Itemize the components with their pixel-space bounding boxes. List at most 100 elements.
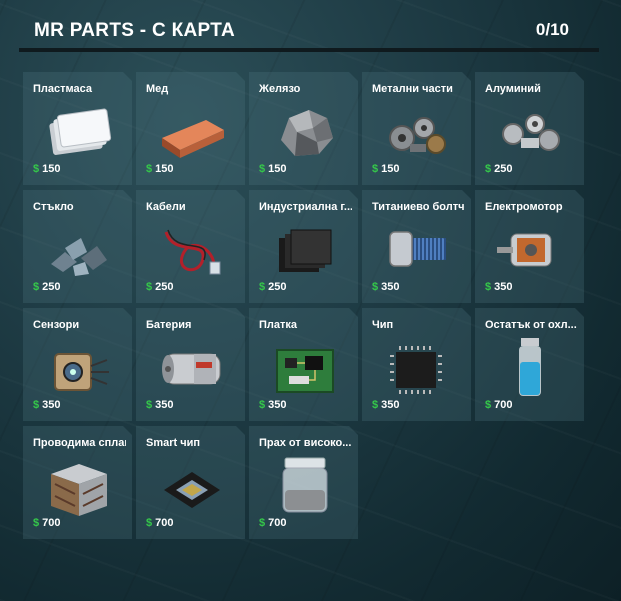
item-name: Проводима сплав — [33, 437, 126, 449]
item-name: Чип — [372, 319, 394, 331]
item-price: $350 — [372, 399, 399, 411]
price-value: 150 — [381, 163, 400, 175]
selection-counter: 0/10 — [535, 20, 569, 39]
item-price: $700 — [259, 517, 286, 529]
item-name: Желязо — [259, 83, 301, 95]
item-price: $150 — [33, 163, 60, 175]
sensor-icon — [41, 336, 117, 398]
electric-motor-icon — [493, 218, 569, 280]
item-card[interactable]: Платка $350 — [249, 308, 358, 421]
battery-icon — [154, 336, 230, 398]
currency-icon: $ — [33, 163, 40, 175]
item-name: Smart чип — [146, 437, 201, 449]
currency-icon: $ — [372, 281, 379, 293]
glass-shards-icon — [41, 218, 117, 280]
price-value: 250 — [494, 163, 513, 175]
price-value: 700 — [268, 517, 287, 529]
copper-ingot-icon — [154, 100, 230, 162]
page-title: MR PARTS - C КАРТА — [34, 20, 235, 41]
item-card[interactable]: Желязо $150 — [249, 72, 358, 185]
item-name: Кабели — [146, 201, 186, 213]
item-card[interactable]: Чип $350 — [362, 308, 471, 421]
price-value: 150 — [268, 163, 287, 175]
item-name: Мед — [146, 83, 169, 95]
item-price: $250 — [146, 281, 173, 293]
item-price: $150 — [146, 163, 173, 175]
currency-icon: $ — [146, 399, 153, 411]
item-name: Титаниево болтче — [372, 201, 465, 213]
item-card[interactable]: Мед $150 — [136, 72, 245, 185]
currency-icon: $ — [259, 517, 266, 529]
alloy-cube-icon — [41, 454, 117, 516]
item-name: Сензори — [33, 319, 80, 331]
price-value: 250 — [42, 281, 61, 293]
item-name: Алуминий — [485, 83, 541, 95]
titanium-bolt-icon — [380, 218, 456, 280]
price-value: 250 — [155, 281, 174, 293]
item-price: $350 — [485, 281, 512, 293]
item-price: $350 — [33, 399, 60, 411]
item-name: Остатък от охл... — [485, 319, 577, 331]
item-price: $700 — [146, 517, 173, 529]
item-price: $700 — [485, 399, 512, 411]
item-grid: Пластмаса $150 Мед $150 Желязо $150 Мета… — [23, 72, 584, 539]
item-card[interactable]: Индустриална г... $250 — [249, 190, 358, 303]
item-price: $150 — [259, 163, 286, 175]
item-name: Пластмаса — [33, 83, 92, 95]
item-card[interactable]: Проводима сплав $700 — [23, 426, 132, 539]
item-price: $350 — [372, 281, 399, 293]
item-name: Стъкло — [33, 201, 74, 213]
coolant-vial-icon — [493, 336, 569, 398]
item-card[interactable]: Алуминий $250 — [475, 72, 584, 185]
item-card[interactable]: Остатък от охл... $700 — [475, 308, 584, 421]
circuit-board-icon — [267, 336, 343, 398]
price-value: 350 — [155, 399, 174, 411]
item-card[interactable]: Прах от високо... $700 — [249, 426, 358, 539]
aluminium-scrap-icon — [493, 100, 569, 162]
currency-icon: $ — [33, 399, 40, 411]
item-price: $250 — [485, 163, 512, 175]
currency-icon: $ — [372, 163, 379, 175]
item-price: $350 — [146, 399, 173, 411]
item-card[interactable]: Метални части $150 — [362, 72, 471, 185]
header: MR PARTS - C КАРТА 0/10 — [19, 10, 599, 52]
item-name: Метални части — [372, 83, 453, 95]
currency-icon: $ — [33, 517, 40, 529]
price-value: 150 — [42, 163, 61, 175]
item-name: Прах от високо... — [259, 437, 352, 449]
currency-icon: $ — [259, 163, 266, 175]
price-value: 350 — [381, 399, 400, 411]
currency-icon: $ — [33, 281, 40, 293]
currency-icon: $ — [485, 281, 492, 293]
item-name: Платка — [259, 319, 298, 331]
smart-chip-icon — [154, 454, 230, 516]
item-name: Индустриална г... — [259, 201, 352, 213]
item-card[interactable]: Smart чип $700 — [136, 426, 245, 539]
item-price: $250 — [259, 281, 286, 293]
item-card[interactable]: Пластмаса $150 — [23, 72, 132, 185]
iron-ore-icon — [267, 100, 343, 162]
price-value: 350 — [42, 399, 61, 411]
chip-icon — [380, 336, 456, 398]
item-card[interactable]: Стъкло $250 — [23, 190, 132, 303]
item-card[interactable]: Титаниево болтче $350 — [362, 190, 471, 303]
price-value: 700 — [494, 399, 513, 411]
item-card[interactable]: Електромотор $350 — [475, 190, 584, 303]
currency-icon: $ — [146, 517, 153, 529]
item-card[interactable]: Кабели $250 — [136, 190, 245, 303]
item-price: $700 — [33, 517, 60, 529]
currency-icon: $ — [259, 281, 266, 293]
item-name: Батерия — [146, 319, 192, 331]
metal-parts-icon — [380, 100, 456, 162]
item-card[interactable]: Батерия $350 — [136, 308, 245, 421]
currency-icon: $ — [259, 399, 266, 411]
currency-icon: $ — [372, 399, 379, 411]
cable-icon — [154, 218, 230, 280]
price-value: 700 — [42, 517, 61, 529]
plastic-sheets-icon — [41, 100, 117, 162]
currency-icon: $ — [485, 399, 492, 411]
item-card[interactable]: Сензори $350 — [23, 308, 132, 421]
price-value: 250 — [268, 281, 287, 293]
currency-icon: $ — [146, 281, 153, 293]
rubber-sheets-icon — [267, 218, 343, 280]
